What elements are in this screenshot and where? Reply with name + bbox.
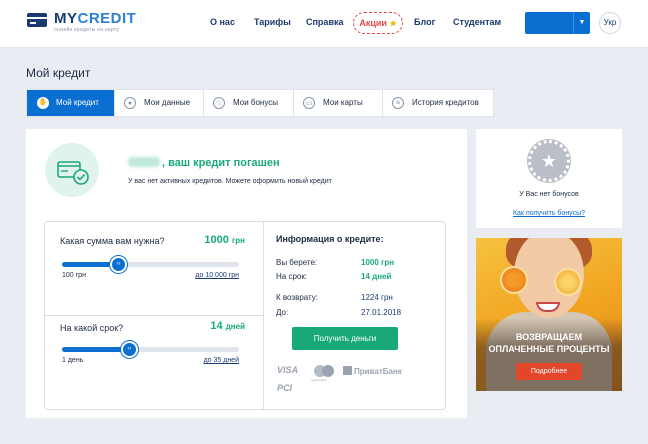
amount-slider-handle[interactable]: ‹› [110,256,127,273]
amount-min-label: 100 грн [62,272,86,279]
amount-value: 1000 грн [204,234,245,246]
calculator-divider [45,315,264,316]
user-icon: ● [124,97,136,109]
tab-my-bonuses[interactable]: ☆ Мои бонусы [204,90,294,116]
nav-item-students[interactable]: Студентам [453,17,501,27]
mastercard-logo: mastercard [311,363,337,383]
visa-logo: VISA [277,365,299,375]
bonus-panel: ★ У Вас нет бонусов Как получить бонусы? [476,129,622,228]
paid-card-icon [57,161,89,185]
tab-label: Мои данные [144,98,191,107]
amount-slider[interactable]: ‹› [62,256,239,273]
pci-logo: PCI [277,383,293,393]
amount-max-link[interactable]: до 10 000 грн [195,272,239,279]
loan-info-row: До: 27.01.2018 [276,308,402,317]
term-question: На какой срок? [60,323,124,333]
star-icon: ★ [389,19,397,28]
star-badge-icon: ★ [528,140,570,182]
nav-item-promotions[interactable]: Акции ★ [353,12,403,34]
status-circle [45,143,99,197]
loan-calculator: Какая сумма вам нужна? 1000 грн ‹› 100 г… [44,221,446,410]
amount-question: Какая сумма вам нужна? [60,236,165,246]
nav-item-help[interactable]: Справка [306,17,343,27]
nav-item-tariffs[interactable]: Тарифы [254,17,291,27]
site-header: MYCREDIT онлайн кредиты на карту О нас Т… [0,0,648,48]
banner-orange-left [500,266,528,294]
promo-label: Акции [359,18,387,28]
account-button[interactable]: ▼ [525,12,590,34]
term-value: 14 дней [210,320,245,332]
tab-label: Мои карты [323,98,363,107]
term-slider-handle[interactable]: ‹› [121,341,138,358]
calculator-sliders: Какая сумма вам нужна? 1000 грн ‹› 100 г… [45,222,264,409]
credit-card-panel: , ваш кредит погашен У вас нет активных … [26,129,467,418]
loan-info-row: На срок: 14 дней [276,272,392,281]
brand-tagline: онлайн кредиты на карту [54,27,120,33]
promo-banner-text: ВОЗВРАЩАЕМ ОПЛАЧЕННЫЕ ПРОЦЕНТЫ [488,332,610,354]
tab-credit-history[interactable]: ≡ История кредитов [383,90,494,116]
tab-label: Мои бонусы [233,98,279,107]
promo-banner[interactable]: ВОЗВРАЩАЕМ ОПЛАЧЕННЫЕ ПРОЦЕНТЫ Подробнее [476,238,622,391]
tab-label: История кредитов [412,98,479,107]
chevron-down-icon[interactable]: ▼ [573,12,590,34]
term-min-label: 1 день [62,357,84,364]
loan-info-row: К возврату: 1224 грн [276,293,393,302]
blurred-user-name [128,157,160,167]
nav-item-about[interactable]: О нас [210,17,235,27]
wallet-icon: ✋ [37,97,49,109]
wallet-logo-icon [27,13,47,27]
term-slider[interactable]: ‹› [62,341,239,358]
payment-logos: VISA mastercard ПриватБанк PCI [277,363,427,403]
star-icon: ☆ [213,97,225,109]
loan-info-row: Вы берете: 1000 грн [276,258,395,267]
how-to-get-bonuses-link[interactable]: Как получить бонусы? [476,210,622,217]
privatbank-logo: ПриватБанк [343,366,402,376]
nav-item-blog[interactable]: Блог [414,17,435,27]
card-icon: ▭ [303,97,315,109]
status-subtitle: У вас нет активных кредитов. Можете офор… [128,178,332,185]
page-title: Мой кредит [26,66,91,80]
banner-orange-right [554,268,582,296]
tab-my-data[interactable]: ● Мои данные [115,90,204,116]
promo-details-button[interactable]: Подробнее [516,363,582,380]
term-slider-fill [62,347,129,352]
get-money-button[interactable]: Получить деньги [292,327,398,350]
tab-my-cards[interactable]: ▭ Мои карты [294,90,383,116]
account-tabs: ✋ Мой кредит ● Мои данные ☆ Мои бонусы ▭… [26,89,494,117]
brand-name: MYCREDIT [54,10,137,27]
tab-label: Мой кредит [56,98,99,107]
list-icon: ≡ [392,97,404,109]
term-max-link[interactable]: до 35 дней [204,357,239,364]
status-title: , ваш кредит погашен [128,157,280,169]
tab-my-credit[interactable]: ✋ Мой кредит [27,90,115,116]
bonus-empty-text: У Вас нет бонусов [519,191,579,198]
language-switch[interactable]: Укр [599,12,621,34]
loan-info-title: Информация о кредите: [276,234,384,244]
